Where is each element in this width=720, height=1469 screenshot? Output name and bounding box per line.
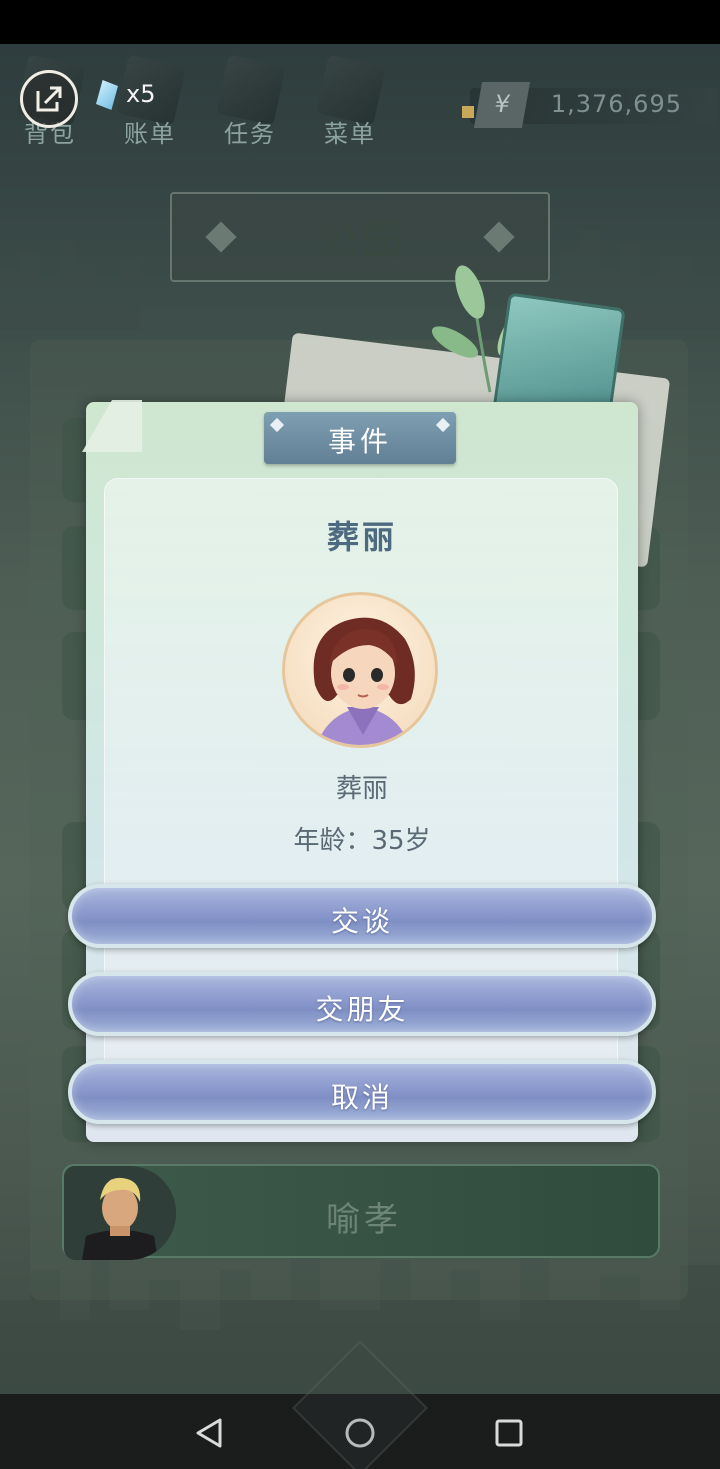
talk-button-label: 交谈 [330, 905, 393, 938]
money-amount: 1,376,695 [550, 90, 682, 118]
character-name: 喻孝 [326, 1200, 402, 1240]
bill-label: 账单 [124, 120, 176, 148]
befriend-button-label: 交朋友 [315, 993, 409, 1026]
coin-icon [462, 106, 474, 118]
location-name: 公园 [318, 218, 406, 264]
befriend-button[interactable]: 交朋友 [68, 972, 656, 1036]
menu-label: 菜单 [324, 120, 376, 148]
menu-menu-item[interactable]: 菜单 [310, 52, 390, 148]
game-screen: 背包 账单 任务 菜单 x5 ¥ 1,376,695 公园 喻孝 事件 葬丽 葬… [0, 0, 720, 1469]
talk-button[interactable]: 交谈 [68, 884, 656, 948]
task-menu-item[interactable]: 任务 [210, 52, 290, 148]
cancel-button[interactable]: 取消 [68, 1060, 656, 1124]
recents-nav-icon[interactable] [484, 1408, 534, 1458]
gem-count: x5 [126, 80, 156, 108]
cancel-button-label: 取消 [330, 1081, 393, 1114]
character-name-label: 葬丽 [335, 774, 388, 804]
share-button[interactable] [20, 70, 78, 128]
page-curl-decoration [82, 400, 142, 452]
dialog-title: 事件 [327, 425, 392, 458]
dialog-title-tab: 事件 [264, 412, 456, 464]
status-bar [0, 0, 720, 44]
character-portrait [282, 592, 438, 748]
character-age: 年龄：35岁 [293, 826, 431, 856]
money-display: ¥ 1,376,695 [462, 82, 718, 128]
yen-icon: ¥ [473, 82, 531, 128]
character-name-heading: 葬丽 [326, 518, 397, 556]
task-label: 任务 [224, 120, 276, 148]
back-nav-icon[interactable] [184, 1408, 234, 1458]
share-icon [36, 86, 62, 112]
character-avatar [64, 1166, 176, 1260]
list-item-character[interactable]: 喻孝 [62, 1164, 660, 1260]
